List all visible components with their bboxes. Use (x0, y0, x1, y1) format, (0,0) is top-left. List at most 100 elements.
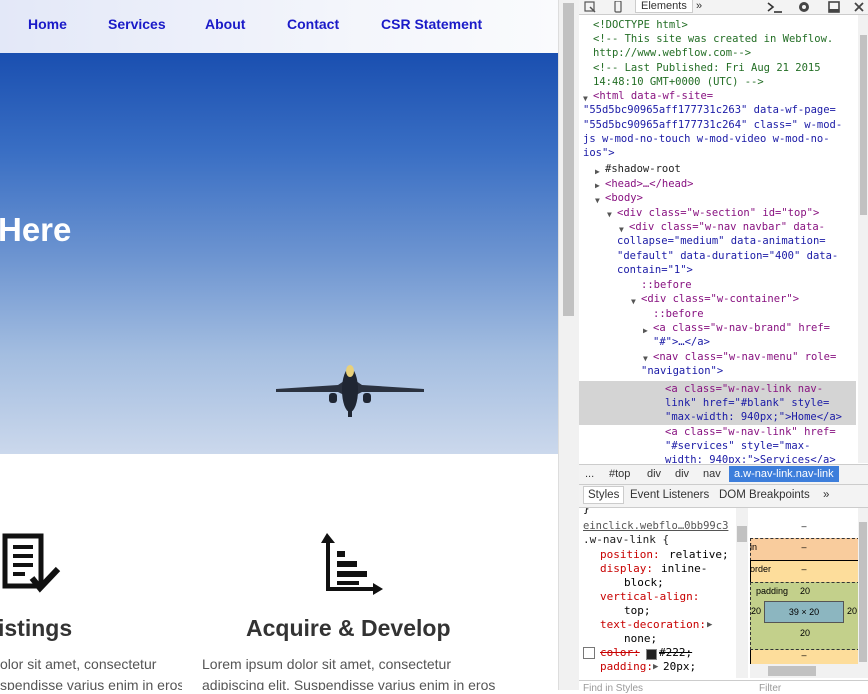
css-property-value[interactable]: block; (624, 576, 664, 590)
collapse-arrow-icon[interactable]: ▶ (595, 179, 600, 193)
css-property-value[interactable]: top; (624, 604, 651, 618)
css-property-name[interactable]: vertical-align: (600, 590, 699, 604)
css-property-value[interactable]: 20px; (663, 660, 696, 674)
dom-line[interactable]: <head>…</head> (605, 177, 694, 191)
dom-line[interactable]: <a class="w-nav-link" href= (665, 425, 836, 439)
dom-line[interactable]: "#">…</a> (653, 335, 710, 349)
css-property-name[interactable]: text-decoration: (600, 618, 706, 632)
dom-line[interactable]: <body> (605, 191, 643, 205)
dom-line[interactable]: <!DOCTYPE html> (593, 18, 688, 32)
css-selector[interactable]: .w-nav-link { (583, 533, 669, 547)
dom-line[interactable]: ::before (653, 307, 704, 321)
css-source-link[interactable]: einclick.webflo…0bb99c3 (583, 519, 728, 533)
css-property-name[interactable]: display: (600, 562, 653, 576)
padding-right-value: 20 (846, 606, 857, 616)
dom-line[interactable]: "55d5bc90965aff177731c263" data-wf-page= (583, 103, 836, 117)
dom-line[interactable]: "#services" style="max- (665, 439, 810, 453)
feature-title-acquire-develop: Acquire & Develop (246, 615, 451, 641)
dom-line[interactable]: <nav class="w-nav-menu" role= (653, 350, 836, 364)
nav-link-contact[interactable]: Contact (287, 16, 339, 32)
dom-line[interactable]: "55d5bc90965aff177731c264" class=" w-mod… (583, 118, 842, 132)
dom-line-selected[interactable]: "max-width: 940px;">Home</a> (665, 410, 842, 424)
dom-line-selected[interactable]: <a class="w-nav-link nav- (665, 382, 823, 396)
styles-scrollbar-thumb[interactable] (737, 526, 747, 542)
dom-tree-scrollbar-thumb[interactable] (860, 35, 867, 215)
css-property-value[interactable]: inline- (661, 562, 707, 576)
dom-line[interactable]: <!-- Last Published: Fri Aug 21 2015 (593, 61, 821, 75)
find-in-styles-input[interactable]: Find in Styles (583, 683, 643, 694)
dom-line[interactable]: http://www.webflow.com--> (593, 46, 751, 60)
tab-styles[interactable]: Styles (583, 486, 625, 504)
dom-line[interactable]: <a class="w-nav-brand" href= (653, 321, 830, 335)
gear-icon[interactable] (797, 0, 811, 14)
css-property-value[interactable]: #222; (659, 646, 692, 660)
styles-scrollbar[interactable] (736, 508, 748, 678)
styles-pane: } einclick.webflo…0bb99c3 .w-nav-link { … (579, 508, 749, 690)
tab-dom-breakpoints[interactable]: DOM Breakpoints (719, 489, 810, 501)
box-model-metrics: – in – order – padding 20 20 39 × 20 20 … (750, 508, 858, 678)
dom-line[interactable]: <!-- This site was created in Webflow. (593, 32, 833, 46)
color-swatch[interactable] (646, 649, 657, 660)
breadcrumb-item-div[interactable]: div (675, 468, 689, 480)
nav-link-services[interactable]: Services (108, 16, 166, 32)
dom-line[interactable]: contain="1"> (617, 263, 693, 277)
tab-event-listeners[interactable]: Event Listeners (630, 489, 709, 501)
nav-link-home[interactable]: Home (28, 16, 67, 32)
page-scrollbar-thumb[interactable] (563, 3, 574, 316)
css-property-name[interactable]: color: (600, 646, 640, 660)
property-checkbox[interactable] (583, 647, 595, 659)
dom-line[interactable]: <div class="w-container"> (641, 292, 799, 306)
metrics-scrollbar-thumb[interactable] (859, 522, 867, 662)
metrics-scrollbar[interactable] (858, 508, 868, 678)
dock-side-icon[interactable] (828, 1, 840, 13)
collapse-arrow-icon[interactable]: ▶ (643, 324, 648, 338)
dom-line-selected[interactable]: link" href="#blank" style= (665, 396, 829, 410)
feature-title-listings: istings (0, 615, 73, 641)
breadcrumb-item-div[interactable]: div (647, 468, 661, 480)
dom-line[interactable]: #shadow-root (605, 162, 681, 176)
dom-line[interactable]: "navigation"> (641, 364, 723, 378)
expand-arrow-icon[interactable]: ▼ (631, 295, 636, 309)
dom-tree-scrollbar[interactable] (858, 15, 868, 463)
css-property-name[interactable]: position: (600, 548, 660, 562)
padding-left-value: 20 (750, 606, 761, 616)
inspect-element-icon[interactable] (584, 1, 596, 13)
expand-arrow-icon[interactable]: ▼ (607, 208, 612, 222)
padding-top-value: 20 (799, 586, 810, 596)
filter-input[interactable]: Filter (759, 683, 781, 694)
tab-elements[interactable]: Elements (635, 0, 693, 13)
css-property-value[interactable]: relative; (669, 548, 729, 562)
padding-bottom-value: 20 (799, 628, 810, 638)
nav-link-about[interactable]: About (205, 16, 245, 32)
dom-line[interactable]: ios"> (583, 146, 615, 160)
dom-line[interactable]: <div class="w-section" id="top"> (617, 206, 819, 220)
breadcrumb-item-active[interactable]: a.w-nav-link.nav-link (729, 466, 839, 482)
nav-link-csr-statement[interactable]: CSR Statement (381, 16, 482, 32)
dom-line[interactable]: <html data-wf-site= (593, 89, 713, 103)
close-icon[interactable] (853, 1, 865, 13)
console-drawer-icon[interactable] (767, 1, 783, 13)
more-tabs-button[interactable]: » (696, 0, 702, 12)
value-expand-arrow-icon[interactable]: ▶ (707, 618, 712, 632)
device-mode-icon[interactable] (613, 1, 623, 13)
collapse-arrow-icon[interactable]: ▶ (595, 165, 600, 179)
dom-line[interactable]: width: 940px;">Services</a> (665, 453, 836, 463)
dom-line[interactable]: js w-mod-no-touch w-mod-video w-mod-no- (583, 132, 830, 146)
dom-line[interactable]: collapse="medium" data-animation= (617, 234, 826, 248)
dom-line[interactable]: 14:48:10 GMT+0000 (UTC) --> (593, 75, 764, 89)
css-property-name[interactable]: padding: (600, 660, 653, 674)
breadcrumb-item-nav[interactable]: nav (703, 468, 721, 480)
css-rule-close: } (583, 508, 590, 515)
breadcrumb-ellipsis[interactable]: ... (585, 468, 594, 480)
page-scrollbar[interactable] (558, 0, 579, 690)
more-tabs-button[interactable]: » (823, 489, 829, 501)
dom-line[interactable]: <div class="w-nav navbar" data- (629, 220, 825, 234)
css-property-value[interactable]: none; (624, 632, 657, 646)
expand-arrow-icon[interactable]: ▼ (595, 194, 600, 208)
dom-line[interactable]: "default" data-duration="400" data- (617, 249, 838, 263)
dom-tree[interactable]: <!DOCTYPE html> <!-- This site was creat… (579, 15, 858, 463)
breadcrumb-item-top[interactable]: #top (609, 468, 630, 480)
metrics-hscrollbar-thumb[interactable] (768, 666, 816, 676)
dom-line[interactable]: ::before (641, 278, 692, 292)
value-expand-arrow-icon[interactable]: ▶ (653, 660, 658, 674)
